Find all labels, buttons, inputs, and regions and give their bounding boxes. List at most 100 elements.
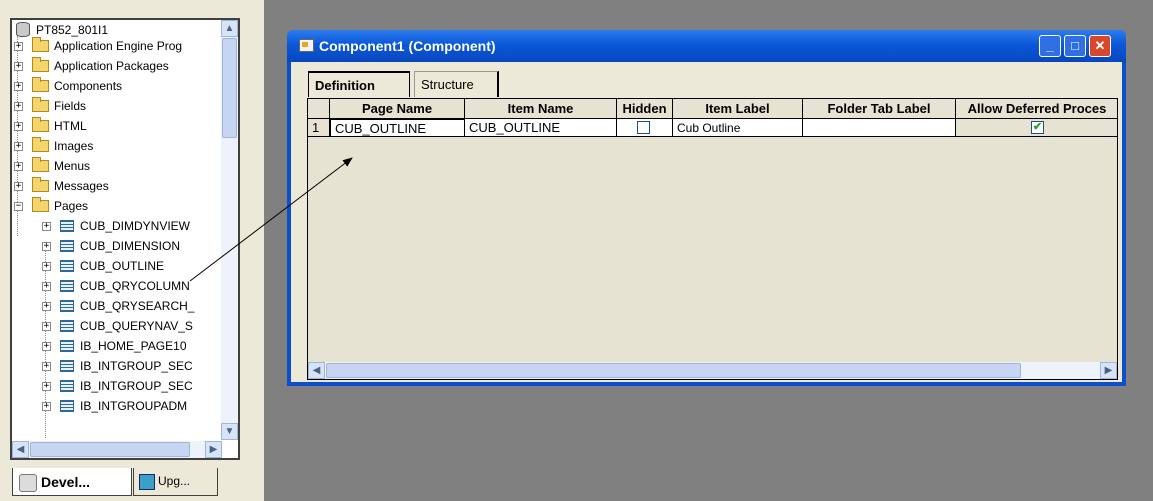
tree-item-label: Images bbox=[54, 139, 94, 153]
column-header-folder-tab-label[interactable]: Folder Tab Label bbox=[803, 99, 956, 119]
row-number: 1 bbox=[308, 119, 330, 137]
tree-page-label: IB_INTGROUP_SEC bbox=[80, 359, 193, 373]
component-window: Component1 (Component) _ □ ✕ Definition … bbox=[287, 30, 1126, 386]
page-icon bbox=[60, 320, 74, 332]
column-header-item-name[interactable]: Item Name bbox=[465, 99, 617, 119]
scroll-down-button[interactable]: ▼ bbox=[221, 423, 238, 440]
plus-box-icon[interactable]: + bbox=[14, 82, 23, 91]
tree-item-menus[interactable]: + Menus bbox=[12, 156, 222, 176]
cell-hidden[interactable] bbox=[617, 119, 673, 137]
column-header-page-name[interactable]: Page Name bbox=[330, 99, 465, 119]
column-header-item-label[interactable]: Item Label bbox=[673, 99, 803, 119]
project-tree-frame: PT852_801I1 + Application Engine Prog + … bbox=[10, 18, 240, 460]
page-icon bbox=[60, 260, 74, 272]
window-titlebar[interactable]: Component1 (Component) _ □ ✕ bbox=[287, 30, 1126, 62]
plus-box-icon[interactable]: + bbox=[14, 62, 23, 71]
minus-box-icon[interactable]: − bbox=[14, 202, 23, 211]
database-icon bbox=[16, 22, 30, 37]
plus-box-icon[interactable]: + bbox=[14, 122, 23, 131]
tree-page-item[interactable]: + IB_INTGROUP_SEC bbox=[12, 356, 222, 376]
plus-box-icon[interactable]: + bbox=[42, 302, 51, 311]
grid-horizontal-scrollbar[interactable]: ◀ ▶ bbox=[308, 362, 1117, 379]
tree-page-label: IB_INTGROUPADM bbox=[80, 399, 188, 413]
tree-page-item[interactable]: + CUB_QUERYNAV_S bbox=[12, 316, 222, 336]
window-body: Definition Structure Page Name Item Name… bbox=[291, 62, 1122, 382]
tree-page-item[interactable]: + CUB_DIMDYNVIEW bbox=[12, 216, 222, 236]
plus-box-icon[interactable]: + bbox=[42, 362, 51, 371]
column-header-hidden[interactable]: Hidden bbox=[617, 99, 673, 119]
tree-page-item[interactable]: + IB_INTGROUP_SEC bbox=[12, 376, 222, 396]
tree-page-item[interactable]: + IB_HOME_PAGE10 bbox=[12, 336, 222, 356]
scroll-left-button[interactable]: ◀ bbox=[308, 362, 325, 379]
tree-page-item[interactable]: + CUB_DIMENSION bbox=[12, 236, 222, 256]
plus-box-icon[interactable]: + bbox=[42, 222, 51, 231]
plus-box-icon[interactable]: + bbox=[42, 242, 51, 251]
tree-item-label: HTML bbox=[54, 119, 87, 133]
tree-page-label: CUB_QRYSEARCH_ bbox=[80, 299, 195, 313]
tree-item-html[interactable]: + HTML bbox=[12, 116, 222, 136]
close-button[interactable]: ✕ bbox=[1089, 35, 1111, 57]
scroll-left-button[interactable]: ◀ bbox=[12, 441, 29, 458]
tree-item-components[interactable]: + Components bbox=[12, 76, 222, 96]
tree-item-fields[interactable]: + Fields bbox=[12, 96, 222, 116]
cell-item-name[interactable]: CUB_OUTLINE bbox=[465, 119, 617, 137]
folder-icon bbox=[32, 157, 49, 172]
allow-deferred-checkbox[interactable]: ✔ bbox=[1031, 121, 1044, 134]
plus-box-icon[interactable]: + bbox=[14, 102, 23, 111]
tree-vertical-scrollbar[interactable]: ▲ ▼ bbox=[221, 20, 238, 440]
minimize-button[interactable]: _ bbox=[1039, 35, 1061, 57]
tab-definition[interactable]: Definition bbox=[308, 71, 410, 97]
plus-box-icon[interactable]: + bbox=[42, 282, 51, 291]
page-icon bbox=[60, 220, 74, 232]
row-header-corner bbox=[308, 99, 330, 119]
cell-page-name[interactable]: CUB_OUTLINE bbox=[330, 119, 465, 137]
tree-item-images[interactable]: + Images bbox=[12, 136, 222, 156]
scroll-up-button[interactable]: ▲ bbox=[221, 20, 238, 37]
tree-item-application-packages[interactable]: + Application Packages bbox=[12, 56, 222, 76]
scroll-right-button[interactable]: ▶ bbox=[205, 441, 222, 458]
page-icon bbox=[60, 300, 74, 312]
page-icon bbox=[60, 400, 74, 412]
tab-structure[interactable]: Structure bbox=[414, 71, 499, 97]
plus-box-icon[interactable]: + bbox=[14, 42, 23, 51]
cell-folder-tab-label[interactable] bbox=[803, 119, 956, 137]
plus-box-icon[interactable]: + bbox=[42, 402, 51, 411]
plus-box-icon[interactable]: + bbox=[14, 142, 23, 151]
tab-upgrade[interactable]: Upg... bbox=[133, 468, 218, 496]
project-tree[interactable]: PT852_801I1 + Application Engine Prog + … bbox=[12, 20, 222, 440]
scroll-right-button[interactable]: ▶ bbox=[1100, 362, 1117, 379]
tab-development[interactable]: Devel... bbox=[12, 468, 132, 496]
page-icon bbox=[60, 340, 74, 352]
tree-page-item[interactable]: + CUB_QRYCOLUMN bbox=[12, 276, 222, 296]
tree-item-label: Menus bbox=[54, 159, 91, 173]
tree-horizontal-scrollbar[interactable]: ◀ ▶ bbox=[12, 441, 222, 458]
scroll-thumb[interactable] bbox=[326, 363, 1021, 378]
tree-item-application-engine-programs[interactable]: + Application Engine Prog bbox=[12, 36, 222, 56]
scroll-thumb[interactable] bbox=[222, 38, 237, 138]
plus-box-icon[interactable]: + bbox=[42, 262, 51, 271]
maximize-button[interactable]: □ bbox=[1064, 35, 1086, 57]
folder-icon bbox=[32, 177, 49, 192]
tree-item-messages[interactable]: + Messages bbox=[12, 176, 222, 196]
hidden-checkbox[interactable] bbox=[637, 121, 650, 134]
tab-upgrade-label: Upg... bbox=[158, 474, 191, 488]
tree-page-label: CUB_OUTLINE bbox=[80, 259, 165, 273]
cell-allow-deferred[interactable]: ✔ bbox=[956, 119, 1117, 137]
tree-page-label: CUB_QRYCOLUMN bbox=[80, 279, 190, 293]
tree-item-label: Messages bbox=[54, 179, 109, 193]
column-header-allow-deferred[interactable]: Allow Deferred Proces bbox=[956, 99, 1117, 119]
tree-page-item[interactable]: + CUB_QRYSEARCH_ bbox=[12, 296, 222, 316]
tree-page-label: IB_HOME_PAGE10 bbox=[80, 339, 187, 353]
plus-box-icon[interactable]: + bbox=[42, 322, 51, 331]
tools-icon bbox=[19, 474, 37, 492]
folder-icon bbox=[32, 37, 49, 52]
plus-box-icon[interactable]: + bbox=[14, 162, 23, 171]
tree-page-item[interactable]: + IB_INTGROUPADM bbox=[12, 396, 222, 416]
tree-page-item[interactable]: + CUB_OUTLINE bbox=[12, 256, 222, 276]
scroll-thumb[interactable] bbox=[30, 442, 190, 457]
tree-item-pages[interactable]: − Pages bbox=[12, 196, 222, 216]
plus-box-icon[interactable]: + bbox=[42, 342, 51, 351]
plus-box-icon[interactable]: + bbox=[42, 382, 51, 391]
plus-box-icon[interactable]: + bbox=[14, 182, 23, 191]
cell-item-label[interactable]: Cub Outline bbox=[673, 119, 803, 137]
